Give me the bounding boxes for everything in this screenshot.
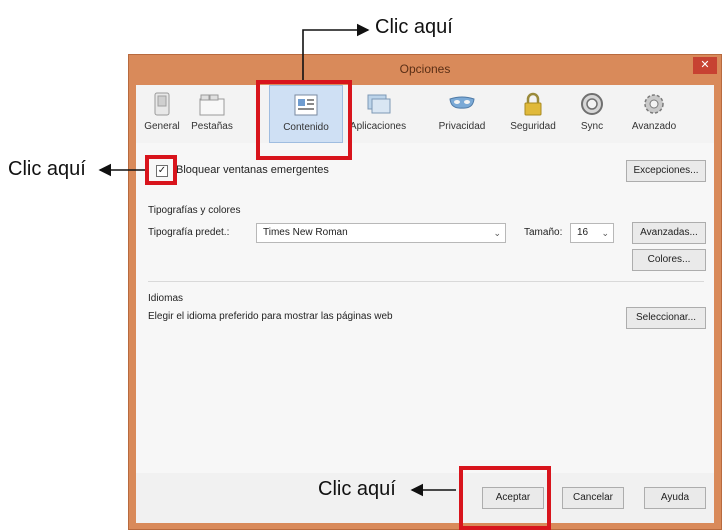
options-window: Opciones ✕ General Pestañas Contenido Ap… <box>128 54 722 530</box>
fonts-section-heading: Tipografías y colores <box>148 205 241 216</box>
cancel-button[interactable]: Cancelar <box>562 487 624 509</box>
checkbox-highlight <box>145 155 177 185</box>
tab-general[interactable]: General <box>142 85 182 143</box>
tab-advanced[interactable]: Avanzado <box>624 85 684 143</box>
tab-privacy[interactable]: Privacidad <box>432 85 492 143</box>
default-font-value: Times New Roman <box>263 227 348 238</box>
tab-applications[interactable]: Aplicaciones <box>346 85 410 143</box>
colors-button[interactable]: Colores... <box>632 249 706 271</box>
font-size-label: Tamaño: <box>524 227 563 238</box>
accept-button-highlight <box>459 466 551 530</box>
tab-label: Privacidad <box>438 121 486 132</box>
tabs-icon <box>199 94 225 116</box>
general-switch-icon <box>154 92 170 116</box>
help-button[interactable]: Ayuda <box>644 487 706 509</box>
advanced-fonts-button[interactable]: Avanzadas... <box>632 222 706 244</box>
tab-label: Aplicaciones <box>349 121 407 132</box>
dialog-footer: Aceptar Cancelar Ayuda <box>136 473 714 523</box>
default-font-label: Tipografía predet.: <box>148 227 230 238</box>
bottom-instruction-label: Clic aquí <box>318 478 396 500</box>
tab-security[interactable]: Seguridad <box>504 85 562 143</box>
tab-label: General <box>144 121 180 132</box>
tab-label: Sync <box>580 121 604 132</box>
content-tab-highlight <box>256 80 352 160</box>
tab-tabs[interactable]: Pestañas <box>188 85 236 143</box>
tab-label: Seguridad <box>510 121 556 132</box>
privacy-mask-icon <box>449 96 475 109</box>
exceptions-button[interactable]: Excepciones... <box>626 160 706 182</box>
section-divider <box>148 281 704 282</box>
window-titlebar: Opciones ✕ <box>129 55 721 85</box>
font-size-value: 16 <box>577 227 589 238</box>
tab-label: Pestañas <box>191 121 233 132</box>
padlock-icon <box>524 92 542 116</box>
sync-icon <box>581 93 603 115</box>
options-toolbar: General Pestañas Contenido Aplicaciones … <box>136 85 714 144</box>
languages-section-heading: Idiomas <box>148 293 184 304</box>
tutorial-screenshot: Opciones ✕ General Pestañas Contenido Ap… <box>0 0 726 531</box>
window-title: Opciones <box>399 62 451 76</box>
font-size-select[interactable]: 16 ⌄ <box>570 223 614 243</box>
tab-label: Avanzado <box>631 121 677 132</box>
languages-description: Elegir el idioma preferido para mostrar … <box>148 311 393 322</box>
left-instruction-label: Clic aquí <box>8 158 86 180</box>
chevron-down-icon: ⌄ <box>493 228 501 238</box>
select-language-button[interactable]: Seleccionar... <box>626 307 706 329</box>
default-font-select[interactable]: Times New Roman ⌄ <box>256 223 506 243</box>
tab-sync[interactable]: Sync <box>572 85 612 143</box>
window-client-area: General Pestañas Contenido Aplicaciones … <box>136 85 714 523</box>
applications-icon <box>367 94 391 114</box>
content-panel: ✓ Bloquear ventanas emergentes Excepcion… <box>136 143 714 473</box>
close-button[interactable]: ✕ <box>693 57 717 74</box>
top-instruction-label: Clic aquí <box>375 16 453 38</box>
gear-icon <box>644 94 664 114</box>
chevron-down-icon: ⌄ <box>601 228 609 238</box>
block-popups-label: Bloquear ventanas emergentes <box>176 164 329 176</box>
